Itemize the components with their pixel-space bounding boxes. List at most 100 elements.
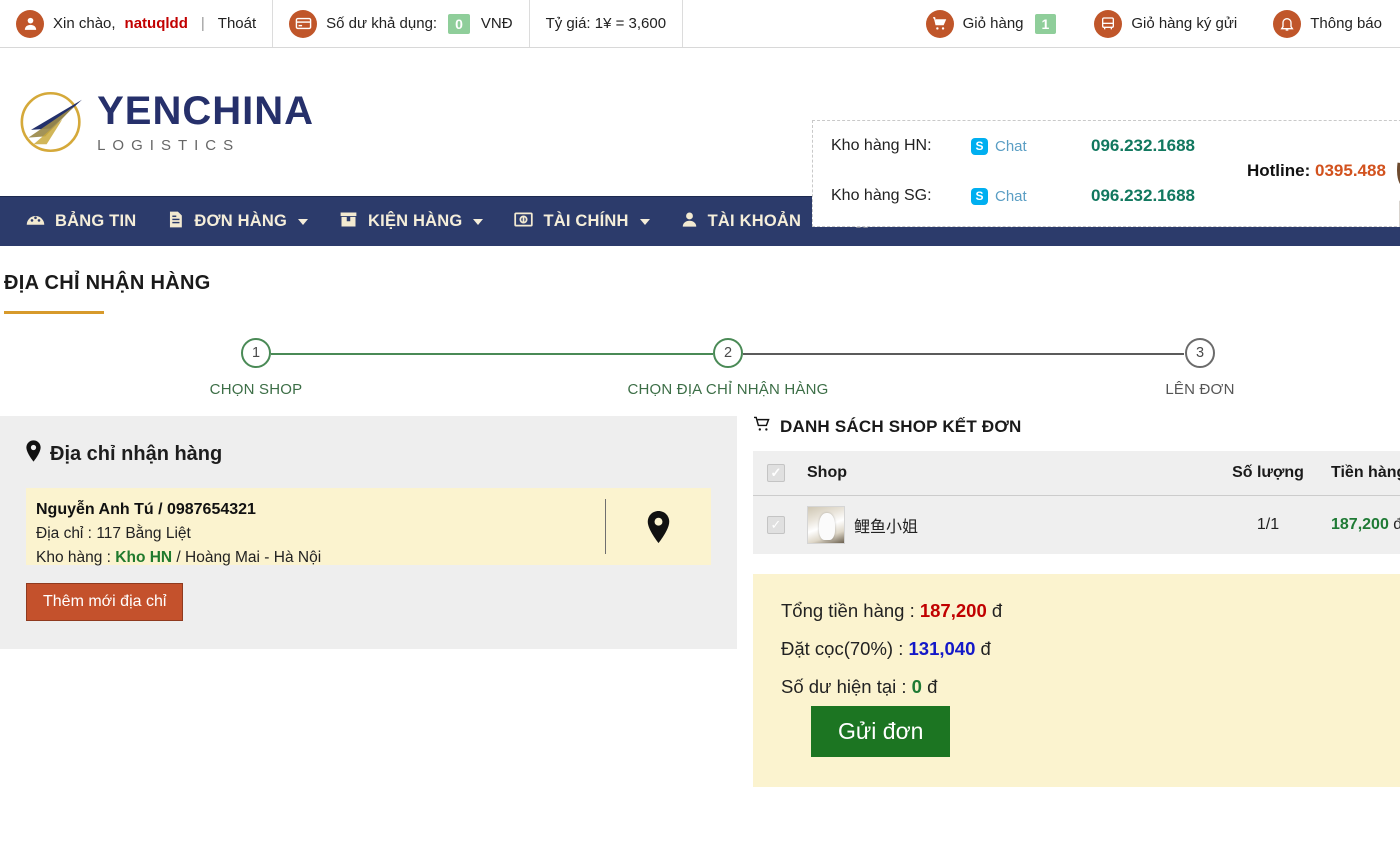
skype-icon: S <box>971 138 988 155</box>
address-line: Địa chỉ : 117 Bằng Liệt <box>36 522 589 546</box>
step-number: 3 <box>1196 345 1204 361</box>
topbar-user-cell: Xin chào, natuqldd | Thoát <box>0 0 273 47</box>
step-number: 2 <box>724 345 732 361</box>
hotline-label: Hotline: <box>1247 161 1310 180</box>
summary-deposit-label: Đặt cọc(70%) : <box>781 638 903 659</box>
column-header-quantity: Số lượng <box>1213 451 1323 496</box>
submit-order-button[interactable]: Gửi đơn <box>811 706 950 757</box>
step-2[interactable]: 2 CHỌN ĐỊA CHỈ NHẬN HÀNG <box>608 338 848 398</box>
address-panel-heading: Địa chỉ nhận hàng <box>26 440 711 468</box>
select-all-cell: ✓ <box>753 451 799 496</box>
logo-brand-name: YENCHINA <box>97 91 314 131</box>
table-row[interactable]: ✓ 鲤鱼小姐 1/1 187,200 đ <box>753 496 1400 555</box>
shop-list-heading: DANH SÁCH SHOP KẾT ĐƠN <box>753 416 1400 437</box>
address-name-phone: Nguyễn Anh Tú / 0987654321 <box>36 498 589 522</box>
step-3-circle: 3 <box>1185 338 1215 368</box>
step-2-label: CHỌN ĐỊA CHỈ NHẬN HÀNG <box>608 381 848 398</box>
hotline-block: Hotline: 0395.488.506 <box>1247 161 1400 181</box>
nav-label: KIỆN HÀNG <box>368 212 462 231</box>
step-3[interactable]: 3 LÊN ĐƠN <box>1080 338 1320 398</box>
nav-item-bang-tin[interactable]: BẢNG TIN <box>10 197 151 247</box>
step-1[interactable]: 1 CHỌN SHOP <box>136 338 376 398</box>
logout-link[interactable]: Thoát <box>218 15 256 32</box>
consign-cart-button[interactable]: Giỏ hàng ký gửi <box>1076 0 1255 47</box>
cart-icon <box>926 10 954 38</box>
row-amount: 187,200 <box>1331 516 1389 533</box>
order-summary-box: Tổng tiền hàng : 187,200 đ Đặt cọc(70%) … <box>753 574 1400 787</box>
balance-value: 0 <box>448 14 470 34</box>
money-icon <box>513 209 534 235</box>
box-icon <box>338 209 359 235</box>
summary-balance-line: Số dư hiện tại : 0 đ <box>781 676 1400 698</box>
summary-total-currency: đ <box>992 600 1002 621</box>
nav-item-tai-chinh[interactable]: TÀI CHÍNH <box>498 197 664 247</box>
address-panel: Địa chỉ nhận hàng Nguyễn Anh Tú / 098765… <box>0 416 737 649</box>
cart-icon <box>753 416 771 437</box>
row-checkbox[interactable]: ✓ <box>767 516 785 534</box>
nav-item-kien-hang[interactable]: KIỆN HÀNG <box>323 197 498 247</box>
dashboard-icon <box>25 209 46 235</box>
shop-thumbnail <box>807 506 845 544</box>
summary-total-label: Tổng tiền hàng : <box>781 600 915 621</box>
cart-label: Giỏ hàng <box>963 15 1024 32</box>
shop-table-body: ✓ 鲤鱼小姐 1/1 187,200 đ <box>753 496 1400 555</box>
row-shop-cell: 鲤鱼小姐 <box>799 496 1213 555</box>
summary-balance-currency: đ <box>927 676 937 697</box>
username-label: natuqldd <box>125 15 188 32</box>
step-1-label: CHỌN SHOP <box>136 381 376 398</box>
exchange-rate-text: Tỷ giá: 1¥ = 3,600 <box>546 15 667 32</box>
topbar-balance-cell: Số dư khả dụng: 0 VNĐ <box>273 0 529 47</box>
topbar-spacer <box>683 0 908 47</box>
nav-label: ĐƠN HÀNG <box>194 212 287 231</box>
warehouse-line: Kho hàng : Kho HN / Hoàng Mai - Hà Nội <box>36 546 589 570</box>
consign-label: Giỏ hàng ký gửi <box>1131 15 1237 32</box>
notification-button[interactable]: Thông báo <box>1255 0 1400 47</box>
nav-label: TÀI KHOẢN <box>708 212 801 231</box>
contact-info-box: Kho hàng HN: S Chat 096.232.1688 Kho hàn… <box>812 120 1400 227</box>
document-icon <box>166 209 185 235</box>
table-header-row: ✓ Shop Số lượng Tiền hàng <box>753 451 1400 496</box>
contact-phone-sg: 096.232.1688 <box>1091 186 1195 206</box>
map-pin-icon <box>26 440 41 468</box>
row-select-cell: ✓ <box>753 496 799 555</box>
title-underline <box>4 311 104 314</box>
address-pin-button[interactable] <box>606 488 711 565</box>
topbar-separator: | <box>201 15 205 32</box>
balance-label: Số dư khả dụng: <box>326 15 437 32</box>
account-icon <box>680 209 699 235</box>
warehouse-label: Kho hàng : <box>36 549 115 566</box>
nav-item-don-hang[interactable]: ĐƠN HÀNG <box>151 197 323 247</box>
logo-mark-icon <box>14 72 91 172</box>
skype-chat-hn[interactable]: S Chat <box>971 138 1091 155</box>
shop-table-head: ✓ Shop Số lượng Tiền hàng <box>753 451 1400 496</box>
row-amount-cell: 187,200 đ <box>1323 496 1400 555</box>
select-all-checkbox[interactable]: ✓ <box>767 464 785 482</box>
user-icon <box>16 10 44 38</box>
column-header-shop: Shop <box>799 451 1213 496</box>
address-panel-title: Địa chỉ nhận hàng <box>50 443 222 466</box>
contact-label-sg: Kho hàng SG: <box>831 187 971 205</box>
logo-brand-sub: LOGISTICS <box>97 137 314 154</box>
nav-label: BẢNG TIN <box>55 212 136 231</box>
address-value: 117 Bằng Liệt <box>96 525 191 542</box>
site-logo[interactable]: YENCHINA LOGISTICS <box>14 72 314 172</box>
step-3-label: LÊN ĐƠN <box>1080 381 1320 398</box>
cart-button[interactable]: Giỏ hàng 1 <box>908 0 1077 47</box>
summary-deposit-currency: đ <box>981 638 991 659</box>
address-card[interactable]: Nguyễn Anh Tú / 0987654321 Địa chỉ : 117… <box>26 488 711 565</box>
chevron-down-icon <box>473 219 483 225</box>
skype-chat-sg[interactable]: S Chat <box>971 188 1091 205</box>
site-header: YENCHINA LOGISTICS Kho hàng HN: S Chat 0… <box>0 48 1400 196</box>
skype-icon: S <box>971 188 988 205</box>
shop-name: 鲤鱼小姐 <box>854 513 918 537</box>
address-card-info: Nguyễn Anh Tú / 0987654321 Địa chỉ : 117… <box>26 488 605 565</box>
top-bar: Xin chào, natuqldd | Thoát Số dư khả dụn… <box>0 0 1400 48</box>
chevron-down-icon <box>298 219 308 225</box>
contact-phone-hn: 096.232.1688 <box>1091 136 1195 156</box>
chat-link-hn[interactable]: Chat <box>995 138 1027 155</box>
add-address-button[interactable]: Thêm mới địa chỉ <box>26 583 183 621</box>
credit-card-icon <box>289 10 317 38</box>
step-2-circle: 2 <box>713 338 743 368</box>
chat-link-sg[interactable]: Chat <box>995 188 1027 205</box>
shop-order-panel: DANH SÁCH SHOP KẾT ĐƠN ✓ Shop Số lượng T… <box>753 416 1400 787</box>
